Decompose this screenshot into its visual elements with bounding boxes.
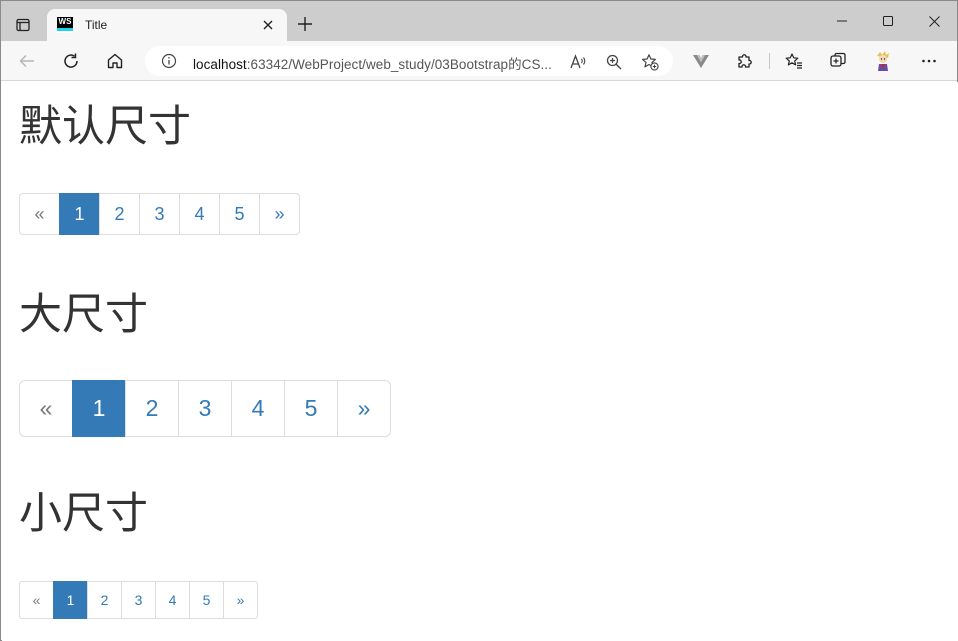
address-bar[interactable]: localhost:63342/WebProject/web_study/03B… [145, 46, 673, 76]
pagination-page-1[interactable]: 1 [59, 193, 100, 235]
pagination-page-5[interactable]: 5 [284, 380, 338, 437]
pagination-page-3[interactable]: 3 [139, 193, 180, 235]
read-aloud-button[interactable] [569, 53, 587, 71]
back-arrow-icon [19, 54, 34, 68]
maximize-button[interactable] [865, 1, 911, 41]
minimize-button[interactable] [819, 1, 865, 41]
tab-close-button[interactable] [259, 16, 277, 34]
pagination-prev[interactable]: « [19, 581, 54, 619]
pagination-prev[interactable]: « [19, 193, 60, 235]
favorites-icon [785, 53, 802, 69]
extension-vue-button[interactable] [689, 49, 713, 73]
puzzle-icon [738, 54, 752, 68]
new-tab-button[interactable] [294, 13, 316, 35]
window-controls [819, 1, 957, 41]
pagination-default: « 1 2 3 4 5 » [19, 193, 300, 235]
pagination-next[interactable]: » [223, 581, 258, 619]
browser-window: WS Title localhost:63342/WebProject/web_… [0, 0, 958, 641]
extensions-button[interactable] [733, 49, 757, 73]
maximize-icon [883, 16, 893, 26]
pagination-prev[interactable]: « [19, 380, 73, 437]
pagination-page-5[interactable]: 5 [219, 193, 260, 235]
url-text[interactable]: localhost:63342/WebProject/web_study/03B… [193, 53, 552, 73]
pagination-page-2[interactable]: 2 [125, 380, 179, 437]
webstorm-favicon-icon: WS [57, 17, 73, 33]
refresh-button[interactable] [59, 49, 83, 73]
zoom-button[interactable] [605, 53, 623, 71]
pagination-page-3[interactable]: 3 [178, 380, 232, 437]
zoom-in-icon [606, 54, 622, 70]
vue-devtools-icon [693, 55, 709, 68]
plus-icon [298, 17, 312, 31]
tab-strip: WS Title [1, 1, 957, 41]
home-button[interactable] [103, 49, 127, 73]
pagination-page-5[interactable]: 5 [189, 581, 224, 619]
close-window-icon [928, 15, 940, 27]
url-host: localhost [193, 57, 247, 72]
favorites-button[interactable] [782, 49, 806, 73]
heading-large-size: 大尺寸 [19, 290, 148, 340]
pagination-page-1[interactable]: 1 [53, 581, 88, 619]
browser-toolbar: localhost:63342/WebProject/web_study/03B… [1, 41, 957, 81]
pagination-large: « 1 2 3 4 5 » [19, 380, 391, 437]
pagination-page-1[interactable]: 1 [72, 380, 126, 437]
read-aloud-icon [570, 54, 586, 69]
tab-actions-icon [16, 18, 30, 32]
active-tab[interactable]: WS Title [47, 9, 287, 41]
avatar-icon [877, 51, 889, 71]
heading-default-size: 默认尺寸 [19, 102, 191, 152]
minimize-icon [837, 20, 847, 22]
settings-more-button[interactable] [917, 49, 941, 73]
pagination-small: « 1 2 3 4 5 » [19, 581, 258, 619]
pagination-next[interactable]: » [337, 380, 391, 437]
pagination-page-4[interactable]: 4 [231, 380, 285, 437]
star-add-icon [642, 54, 659, 71]
refresh-icon [64, 53, 78, 68]
url-path: :63342/WebProject/web_study/03Bootstrap的… [246, 57, 552, 72]
more-horizontal-icon [922, 59, 936, 63]
collections-icon [830, 52, 846, 67]
back-button[interactable] [15, 49, 39, 73]
tab-title: Title [85, 18, 108, 32]
tab-actions-button[interactable] [11, 13, 35, 37]
pagination-next[interactable]: » [259, 193, 300, 235]
pagination-page-3[interactable]: 3 [121, 581, 156, 619]
close-icon [263, 20, 273, 30]
info-icon[interactable] [161, 53, 177, 69]
profile-avatar-button[interactable] [871, 49, 895, 73]
add-favorite-button[interactable] [641, 53, 659, 71]
pagination-page-4[interactable]: 4 [155, 581, 190, 619]
pagination-page-4[interactable]: 4 [179, 193, 220, 235]
collections-button[interactable] [826, 49, 850, 73]
pagination-page-2[interactable]: 2 [99, 193, 140, 235]
close-window-button[interactable] [911, 1, 957, 41]
page-content: 默认尺寸 « 1 2 3 4 5 » 大尺寸 « 1 2 3 4 5 » 小尺寸… [2, 82, 958, 641]
home-icon [107, 53, 123, 69]
pagination-page-2[interactable]: 2 [87, 581, 122, 619]
heading-small-size: 小尺寸 [19, 489, 148, 539]
toolbar-divider [769, 53, 770, 69]
